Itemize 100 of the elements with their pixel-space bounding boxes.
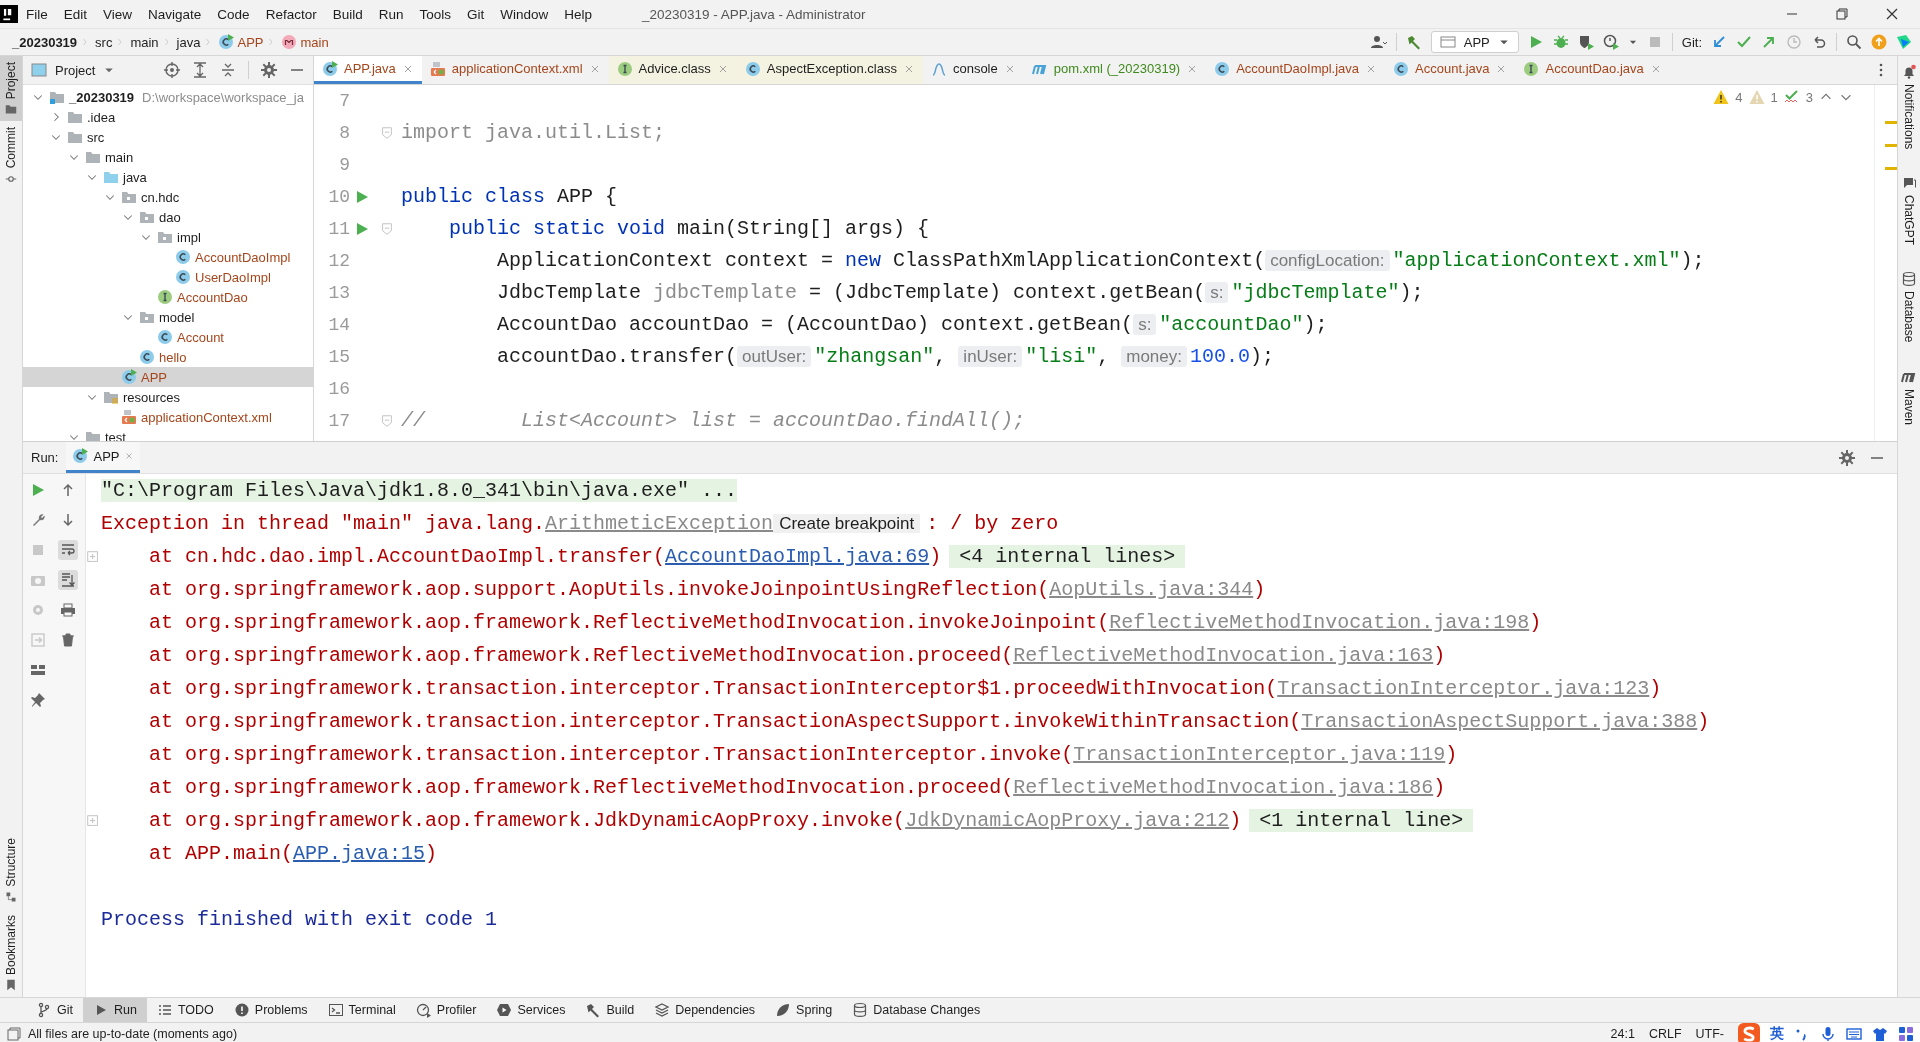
tool-window-button[interactable]: Commit <box>0 121 22 191</box>
panel-title[interactable]: Project <box>55 62 96 78</box>
file-link[interactable]: TransactionInterceptor.java:119 <box>1073 743 1446 766</box>
tool-window-button[interactable]: Notifications <box>1898 56 1920 158</box>
push-arrow-icon[interactable] <box>1761 34 1777 50</box>
settings-icon[interactable] <box>261 62 277 78</box>
file-link[interactable]: AccountDaoImpl.java:69 <box>665 545 930 568</box>
update-badge-icon[interactable] <box>1871 34 1887 50</box>
breadcrumb[interactable]: java <box>170 34 205 50</box>
menu-item[interactable]: Build <box>324 6 371 22</box>
run-gutter-icon[interactable] <box>354 221 370 237</box>
tool-window-button[interactable]: Bookmarks <box>0 908 22 997</box>
clock-icon[interactable] <box>1786 34 1802 50</box>
tree-item[interactable]: applicationContext.xml <box>23 407 313 427</box>
tree-item[interactable]: APP <box>23 367 313 387</box>
print-icon[interactable] <box>58 600 78 620</box>
tool-window-tab[interactable]: Git <box>26 998 83 1022</box>
search-icon[interactable] <box>1846 34 1862 50</box>
menu-item[interactable]: Help <box>556 6 601 22</box>
expand-all-icon[interactable] <box>192 62 208 78</box>
menu-item[interactable]: Tools <box>411 6 459 22</box>
editor-tab[interactable]: applicationContext.xml <box>421 56 609 84</box>
coverage-icon[interactable] <box>1577 34 1594 50</box>
breadcrumb[interactable]: main <box>124 34 163 50</box>
file-link[interactable]: TransactionInterceptor.java:123 <box>1277 677 1650 700</box>
tree-item[interactable]: model <box>23 307 313 327</box>
editor-tab[interactable]: AccountDaoImpl.java <box>1206 56 1386 84</box>
file-encoding[interactable]: UTF- <box>1695 1026 1724 1041</box>
tree-item[interactable]: cn.hdc <box>23 187 313 207</box>
tree-item[interactable]: java <box>23 167 313 187</box>
fold-marker-icon[interactable] <box>380 414 394 428</box>
menu-item[interactable]: Edit <box>55 6 96 22</box>
editor-tab[interactable]: Advice.class <box>608 56 737 84</box>
tree-item[interactable]: impl <box>23 227 313 247</box>
tool-window-button[interactable]: Project <box>0 56 22 122</box>
profile-icon[interactable] <box>1602 34 1619 50</box>
tree-item[interactable]: test <box>23 427 313 441</box>
input-mode-toggle[interactable]: 英 <box>1770 1024 1784 1042</box>
breadcrumb[interactable]: _20230319 <box>0 34 82 50</box>
apps-icon[interactable] <box>1898 1025 1914 1042</box>
tool-window-button[interactable]: Database <box>1898 263 1920 351</box>
tree-item[interactable]: src <box>23 127 313 147</box>
shirt-icon[interactable] <box>1872 1025 1888 1042</box>
editor-tab[interactable]: AspectException.class <box>736 56 923 84</box>
tool-window-tab[interactable]: Services <box>486 998 576 1022</box>
tool-window-button[interactable]: Maven <box>1898 360 1920 433</box>
tree-item[interactable]: hello <box>23 347 313 367</box>
file-link[interactable]: APP.java:15 <box>293 842 426 865</box>
fold-marker-icon[interactable] <box>380 222 394 236</box>
menu-item[interactable]: Git <box>459 6 493 22</box>
editor-tab[interactable]: AccountDao.java <box>1515 56 1670 84</box>
tool-window-tab[interactable]: Terminal <box>317 998 406 1022</box>
tree-item[interactable]: AccountDaoImpl <box>23 247 313 267</box>
menu-item[interactable]: Run <box>370 6 412 22</box>
menu-item[interactable]: File <box>18 6 56 22</box>
editor-tab[interactable]: pom.xml (_20230319) <box>1023 56 1207 84</box>
breadcrumb[interactable]: main <box>275 34 333 50</box>
menu-item[interactable]: Navigate <box>140 6 210 22</box>
tool-window-button[interactable]: ChatGPT <box>1898 167 1920 254</box>
tree-item[interactable]: dao <box>23 207 313 227</box>
menu-item[interactable]: Window <box>492 6 557 22</box>
collapse-all-icon[interactable] <box>220 62 236 78</box>
input-method-logo-icon[interactable] <box>1738 1022 1760 1042</box>
checkmark-icon[interactable] <box>1736 34 1752 50</box>
tree-item[interactable]: AccountDao <box>23 287 313 307</box>
locate-icon[interactable] <box>164 62 180 78</box>
tree-item[interactable]: main <box>23 147 313 167</box>
tree-item[interactable]: .idea <box>23 107 313 127</box>
status-icon[interactable] <box>6 1025 22 1042</box>
microphone-icon[interactable] <box>1820 1025 1836 1042</box>
toolbox-icon[interactable] <box>1896 34 1912 50</box>
tool-window-tab[interactable]: Spring <box>765 998 843 1022</box>
menu-item[interactable]: Code <box>209 6 258 22</box>
fold-expand-icon[interactable] <box>86 813 100 828</box>
undo-icon[interactable] <box>1811 34 1827 50</box>
debug-icon[interactable] <box>1552 34 1569 50</box>
tool-window-tab[interactable]: Build <box>575 998 645 1022</box>
tool-window-tab[interactable]: Profiler <box>405 998 487 1022</box>
tool-window-tab[interactable]: TODO <box>146 998 224 1022</box>
fold-marker-icon[interactable] <box>380 126 394 140</box>
breadcrumb[interactable]: src <box>89 34 117 50</box>
tool-window-button[interactable]: Structure <box>0 832 22 909</box>
caret-position[interactable]: 24:1 <box>1610 1026 1635 1041</box>
run-config-dropdown[interactable]: APP <box>1430 31 1519 53</box>
update-arrow-icon[interactable] <box>1711 34 1727 50</box>
user-icon[interactable] <box>1370 34 1387 50</box>
tool-window-tab[interactable]: Database Changes <box>842 998 991 1022</box>
tree-item[interactable]: UserDaoImpl <box>23 267 313 287</box>
editor-tab[interactable]: Account.java <box>1385 56 1516 84</box>
restore-icon[interactable] <box>1834 6 1850 22</box>
keyboard-icon[interactable] <box>1846 1025 1862 1042</box>
hammer-icon[interactable] <box>1405 34 1422 50</box>
run-gutter-icon[interactable] <box>354 189 370 205</box>
tree-item[interactable]: Account <box>23 327 313 347</box>
breadcrumb[interactable]: APP <box>212 34 268 50</box>
tree-item[interactable]: resources <box>23 387 313 407</box>
close-icon[interactable] <box>1884 6 1900 22</box>
tool-window-tab[interactable]: Dependencies <box>644 998 766 1022</box>
line-separator[interactable]: CRLF <box>1648 1026 1682 1041</box>
tree-item[interactable]: _20230319 D:\workspace\workspace_ja <box>23 87 313 107</box>
